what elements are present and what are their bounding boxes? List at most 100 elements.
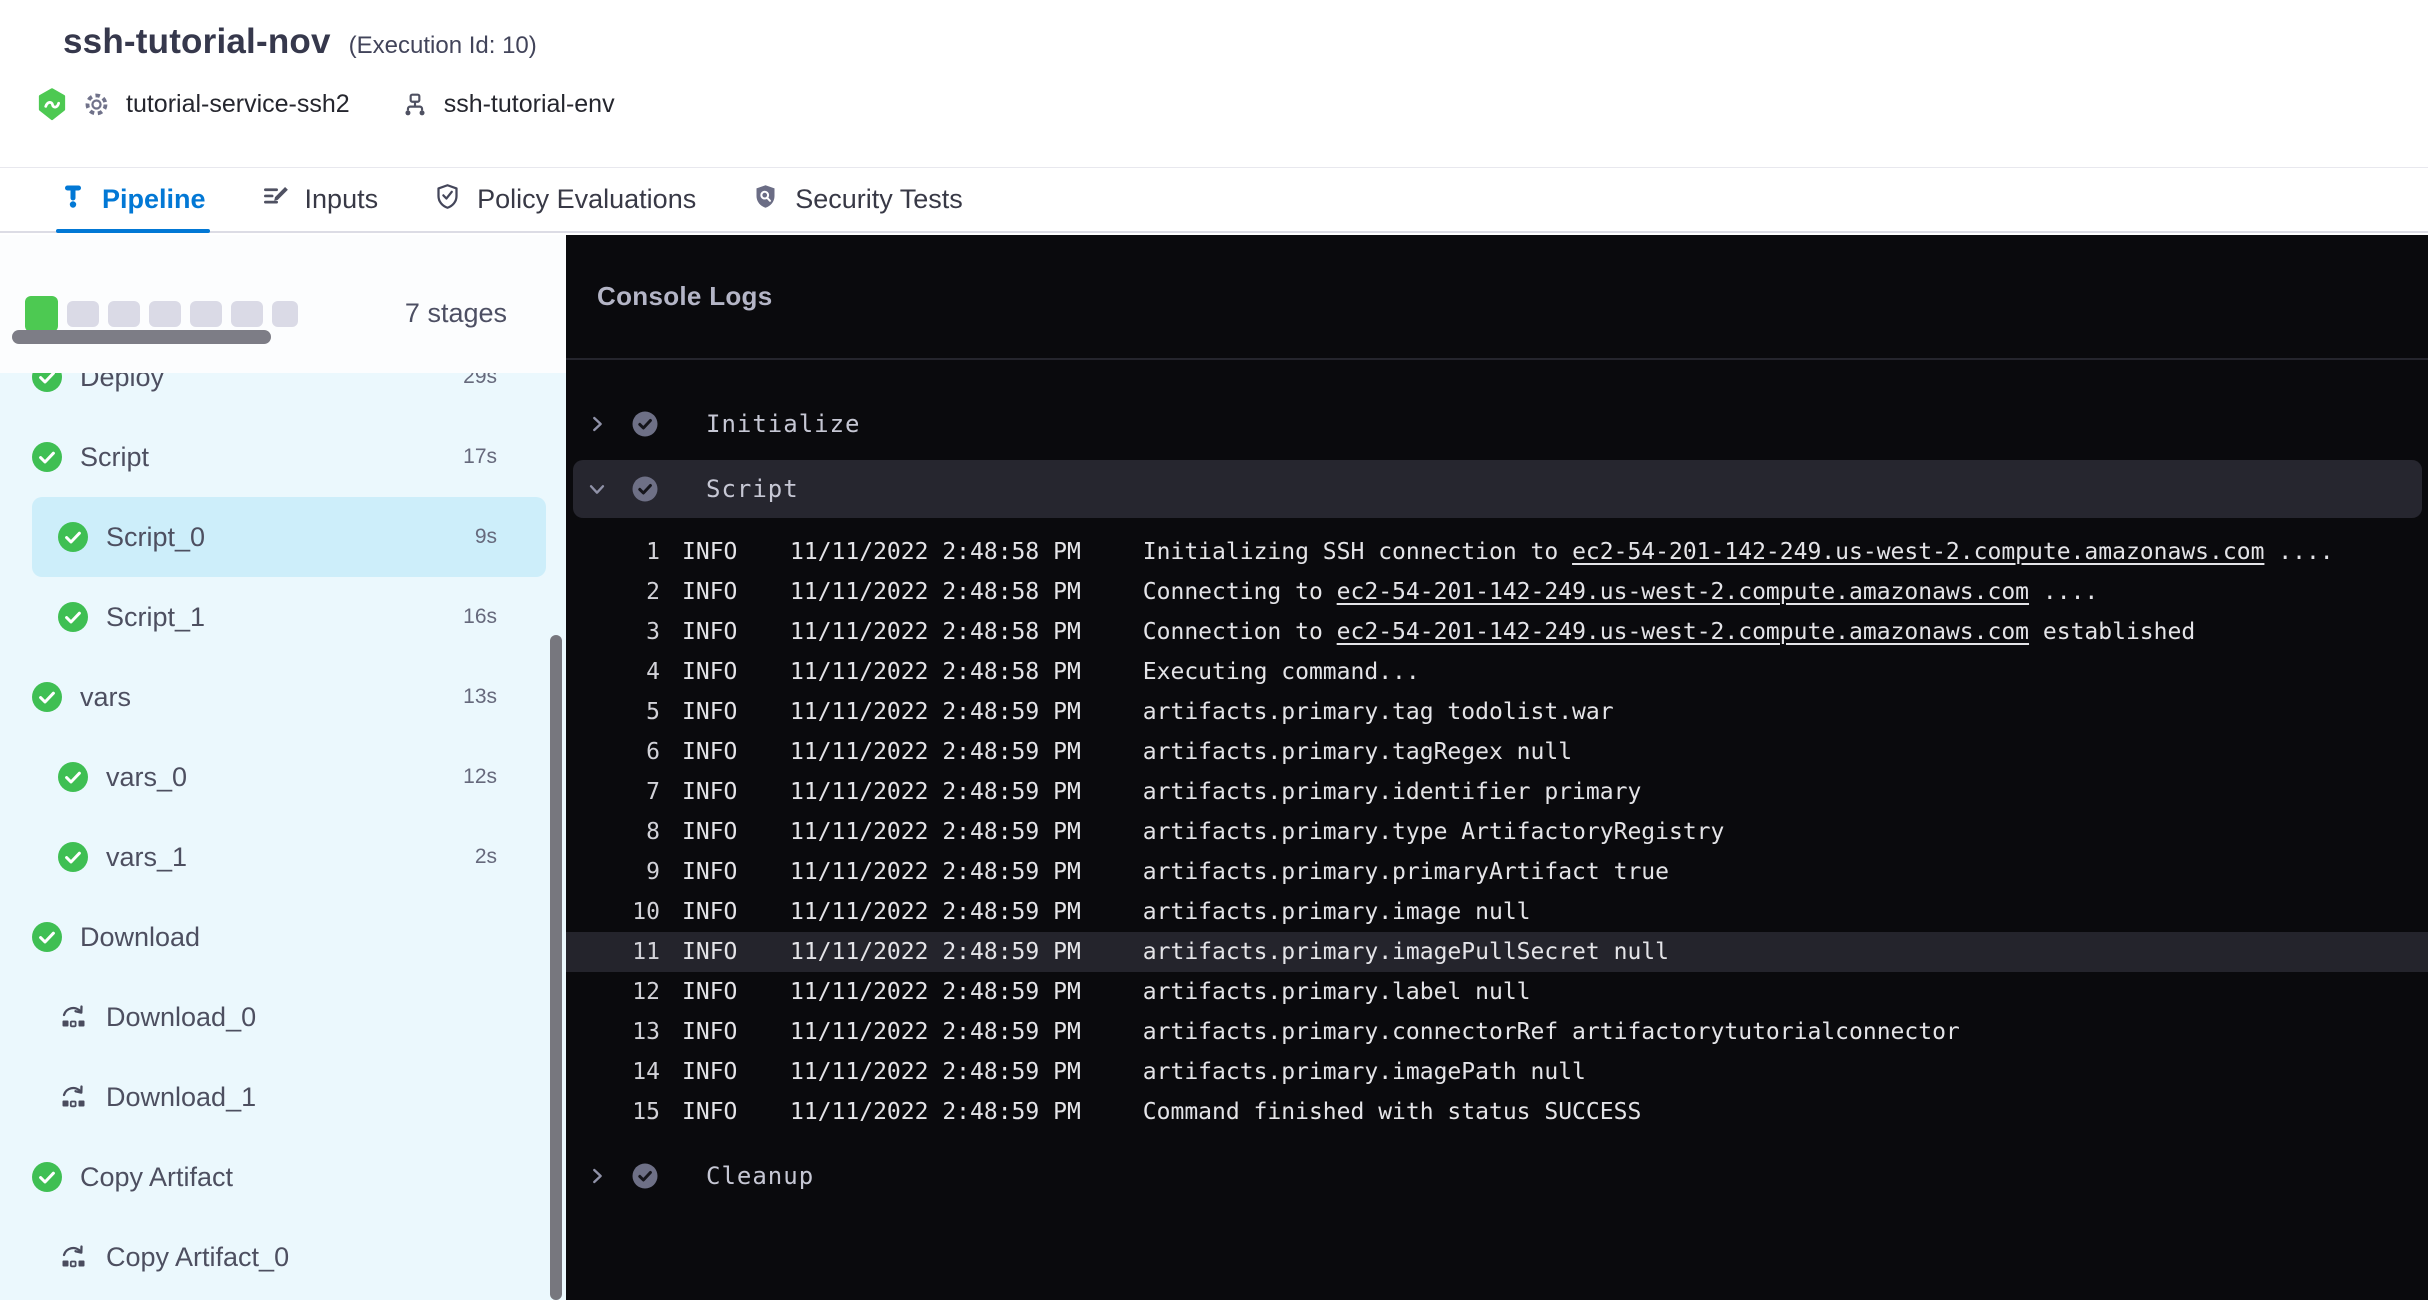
page-title: ssh-tutorial-nov: [63, 22, 331, 62]
log-timestamp: 11/11/2022 2:48:59 PM: [790, 779, 1081, 805]
stage-list-item[interactable]: Deploy 29s: [32, 373, 546, 417]
tab-security-tests[interactable]: Security Tests: [752, 168, 963, 231]
log-host-link[interactable]: ec2-54-201-142-249.us-west-2.compute.ama…: [1337, 579, 2029, 605]
log-section-script[interactable]: Script: [573, 460, 2422, 518]
log-text: artifacts.primary.tagRegex null: [1143, 739, 1572, 765]
log-level: INFO: [682, 619, 742, 645]
success-check-icon: [32, 922, 62, 952]
meta-row: tutorial-service-ssh2 ssh-tutorial-env: [37, 88, 615, 121]
log-lines: 1 INFO 11/11/2022 2:48:58 PM Initializin…: [566, 532, 2428, 1132]
stage-progress-block[interactable]: [67, 301, 99, 327]
log-message: Initializing SSH connection to ec2-54-20…: [1143, 539, 2334, 565]
log-text: artifacts.primary.connectorRef artifacto…: [1143, 1019, 1960, 1045]
log-level: INFO: [682, 1019, 742, 1045]
tab-label: Pipeline: [102, 184, 206, 215]
vertical-scrollbar[interactable]: [550, 635, 562, 1300]
log-message: Connection to ec2-54-201-142-249.us-west…: [1143, 619, 2195, 645]
stage-list-item[interactable]: Download: [32, 897, 546, 977]
log-text: artifacts.primary.imagePath null: [1143, 1059, 1586, 1085]
shield-check-icon: [434, 183, 461, 217]
log-timestamp: 11/11/2022 2:48:59 PM: [790, 979, 1081, 1005]
stage-list-item[interactable]: Download_0: [32, 977, 546, 1057]
log-line: 7 INFO 11/11/2022 2:48:59 PM artifacts.p…: [566, 772, 2428, 812]
log-line: 12 INFO 11/11/2022 2:48:59 PM artifacts.…: [566, 972, 2428, 1012]
stages-summary: 7 stages: [0, 235, 566, 373]
log-timestamp: 11/11/2022 2:48:59 PM: [790, 939, 1081, 965]
stage-list-item[interactable]: Script_0 9s: [32, 497, 546, 577]
stage-label: Script_0: [106, 522, 205, 553]
success-check-icon: [58, 762, 88, 792]
log-text: artifacts.primary.image null: [1143, 899, 1531, 925]
success-check-icon: [32, 373, 62, 392]
log-timestamp: 11/11/2022 2:48:59 PM: [790, 1059, 1081, 1085]
log-timestamp: 11/11/2022 2:48:58 PM: [790, 619, 1081, 645]
stage-progress-block[interactable]: [108, 301, 140, 327]
gear-icon: [83, 91, 110, 118]
log-timestamp: 11/11/2022 2:48:58 PM: [790, 539, 1081, 565]
tab-label: Security Tests: [795, 184, 963, 215]
service-chip[interactable]: tutorial-service-ssh2: [37, 88, 350, 121]
chevron-right-icon[interactable]: [580, 1165, 614, 1187]
log-line-number: 11: [596, 939, 660, 965]
log-line-number: 12: [596, 979, 660, 1005]
log-message: artifacts.primary.type ArtifactoryRegist…: [1143, 819, 1725, 845]
log-line: 6 INFO 11/11/2022 2:48:59 PM artifacts.p…: [566, 732, 2428, 772]
stage-label: Deploy: [80, 373, 164, 393]
stage-list-item[interactable]: vars_0 12s: [32, 737, 546, 817]
stage-progress-block[interactable]: [272, 301, 298, 327]
chevron-right-icon[interactable]: [580, 413, 614, 435]
stage-list-item[interactable]: Script 17s: [32, 417, 546, 497]
console-title: Console Logs: [597, 281, 773, 312]
stage-progress-block[interactable]: [190, 301, 222, 327]
log-text: artifacts.primary.type ArtifactoryRegist…: [1143, 819, 1725, 845]
stage-label: Download_1: [106, 1082, 256, 1113]
log-line-number: 1: [596, 539, 660, 565]
stage-list-item[interactable]: Download_1: [32, 1057, 546, 1137]
tab-inputs[interactable]: Inputs: [262, 168, 379, 231]
log-text: ....: [2029, 579, 2098, 605]
tab-label: Policy Evaluations: [477, 184, 696, 215]
log-level: INFO: [682, 899, 742, 925]
log-timestamp: 11/11/2022 2:48:59 PM: [790, 859, 1081, 885]
service-status-icon: [37, 88, 67, 121]
log-section-cleanup[interactable]: Cleanup: [566, 1152, 2428, 1200]
stage-list-item[interactable]: Copy Artifact: [32, 1137, 546, 1217]
log-text: artifacts.primary.imagePullSecret null: [1143, 939, 1669, 965]
stage-progress-strip[interactable]: [25, 296, 298, 332]
stage-label: Download: [80, 922, 200, 953]
environment-chip[interactable]: ssh-tutorial-env: [402, 90, 615, 119]
stage-count: 7 stages: [405, 298, 507, 329]
log-text: established: [2029, 619, 2195, 645]
log-message: Executing command...: [1143, 659, 1420, 685]
log-message: artifacts.primary.identifier primary: [1143, 779, 1642, 805]
stage-list-item[interactable]: vars_1 2s: [32, 817, 546, 897]
stage-progress-block[interactable]: [231, 301, 263, 327]
service-name: tutorial-service-ssh2: [126, 90, 350, 119]
horizontal-scrollbar[interactable]: [12, 330, 271, 344]
stage-progress-block[interactable]: [149, 301, 181, 327]
section-success-icon: [630, 409, 660, 439]
log-level: INFO: [682, 1099, 742, 1125]
stage-list-item[interactable]: vars 13s: [32, 657, 546, 737]
chevron-down-icon[interactable]: [580, 478, 614, 500]
log-host-link[interactable]: ec2-54-201-142-249.us-west-2.compute.ama…: [1337, 619, 2029, 645]
log-line: 2 INFO 11/11/2022 2:48:58 PM Connecting …: [566, 572, 2428, 612]
tab-pipeline[interactable]: Pipeline: [60, 168, 206, 231]
log-message: artifacts.primary.imagePullSecret null: [1143, 939, 1669, 965]
tab-policy-evaluations[interactable]: Policy Evaluations: [434, 168, 696, 231]
success-check-icon: [58, 602, 88, 632]
stage-list-item[interactable]: Script_1 16s: [32, 577, 546, 657]
stage-progress-block[interactable]: [25, 296, 58, 332]
log-section-initialize[interactable]: Initialize: [566, 400, 2428, 448]
rollback-step-icon: [58, 1242, 88, 1272]
log-line: 13 INFO 11/11/2022 2:48:59 PM artifacts.…: [566, 1012, 2428, 1052]
success-check-icon: [32, 682, 62, 712]
log-host-link[interactable]: ec2-54-201-142-249.us-west-2.compute.ama…: [1572, 539, 2264, 565]
stage-label: Copy Artifact_0: [106, 1242, 289, 1273]
stage-list-item[interactable]: Copy Artifact_0: [32, 1217, 546, 1297]
log-text: artifacts.primary.identifier primary: [1143, 779, 1642, 805]
stage-label: Script: [80, 442, 149, 473]
log-message: artifacts.primary.primaryArtifact true: [1143, 859, 1669, 885]
log-level: INFO: [682, 779, 742, 805]
stage-duration: 2s: [475, 845, 546, 869]
